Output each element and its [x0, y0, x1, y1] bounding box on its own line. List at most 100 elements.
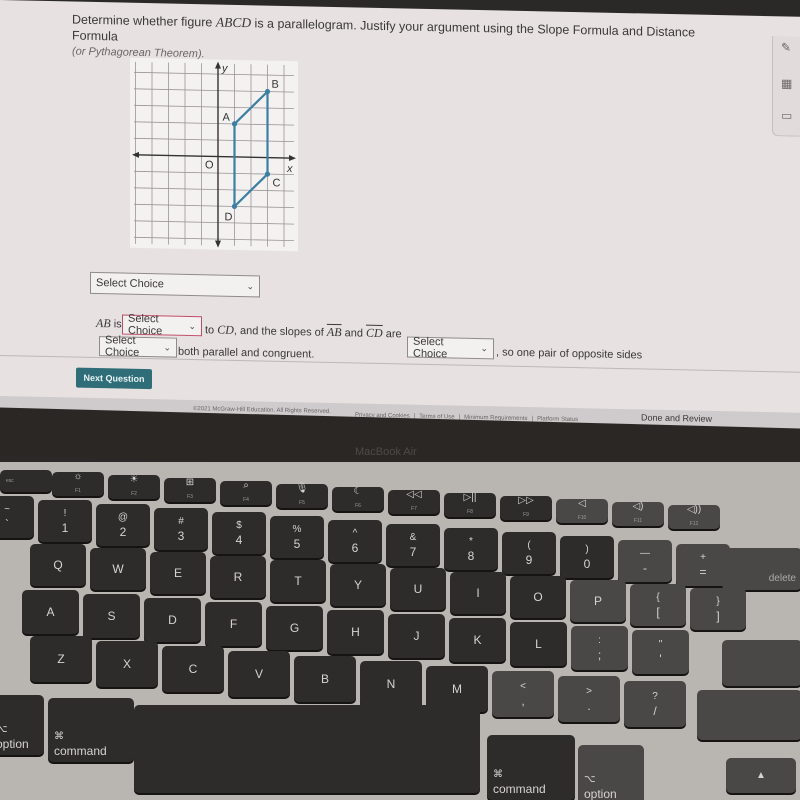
key-label: R	[233, 570, 243, 584]
key-G[interactable]: G	[266, 606, 323, 650]
key-punct10[interactable]: " '	[632, 630, 689, 674]
key-W[interactable]: W	[90, 548, 146, 590]
key-10[interactable]: ) 0	[560, 536, 614, 578]
key-label: F1	[75, 488, 81, 494]
key-option-left[interactable]: ⌥ option	[0, 695, 44, 755]
key-D[interactable]: D	[144, 598, 201, 642]
key-label: Y	[353, 578, 362, 592]
key-label: /	[653, 704, 657, 718]
key-N[interactable]: N	[360, 661, 422, 707]
keyboard-icon[interactable]: ▭	[781, 108, 792, 122]
key-0[interactable]: ~ `	[0, 496, 34, 538]
key-[interactable]: {[	[630, 584, 686, 626]
done-and-review-button[interactable]: Done and Review	[641, 412, 712, 423]
coordinate-graph: x y O A B C D	[130, 57, 298, 252]
key-Q[interactable]: Q	[30, 544, 86, 586]
ab-relation-select[interactable]: Select Choice ⌄	[122, 313, 202, 337]
key-O[interactable]: O	[510, 576, 566, 618]
key-f1[interactable]: ☼ F1	[52, 471, 104, 496]
segment-cd-overline: CD	[366, 325, 383, 341]
key-return[interactable]	[722, 640, 800, 686]
key-f7[interactable]: ◁◁ F7	[388, 489, 440, 514]
key-K[interactable]: K	[449, 618, 506, 662]
key-3[interactable]: #3	[154, 508, 208, 550]
key-11[interactable]: — -	[618, 540, 672, 582]
key-P[interactable]: P	[570, 580, 626, 622]
key-f12[interactable]: ◁)) F12	[668, 504, 720, 529]
key-f8[interactable]: ▷|| F8	[444, 492, 496, 517]
key-2[interactable]: @2	[96, 504, 150, 546]
key-5[interactable]: % 5	[270, 516, 324, 558]
key-F[interactable]: F	[205, 602, 262, 646]
grid-line	[134, 203, 294, 209]
key-Y[interactable]: Y	[330, 564, 386, 606]
key-label: command	[493, 782, 546, 796]
figure-name: ABCD	[215, 14, 252, 31]
key-glyph: ☀	[129, 474, 139, 485]
key-A[interactable]: A	[22, 590, 79, 634]
side-toolbar: ✎ ▦ ▭	[772, 36, 800, 137]
key-shift-right[interactable]	[697, 690, 800, 740]
key-C[interactable]: C	[162, 646, 224, 692]
key-f4[interactable]: ⌕ F4	[220, 480, 272, 505]
arrow-up-icon: ▲	[756, 769, 766, 781]
key-punct7[interactable]: <,	[492, 671, 554, 717]
key-V[interactable]: V	[228, 651, 290, 697]
key-B[interactable]: B	[294, 656, 356, 702]
key-S[interactable]: S	[83, 594, 140, 638]
key-8[interactable]: * 8	[444, 528, 498, 570]
key-punct9[interactable]: ? /	[624, 681, 686, 727]
key-shift-glyph: ^	[352, 528, 358, 539]
key-4[interactable]: $4	[212, 512, 266, 554]
key-option-right[interactable]: ⌥ option	[578, 745, 644, 800]
key-shift-glyph: @	[117, 512, 129, 523]
key-L[interactable]: L	[510, 622, 567, 666]
key-H[interactable]: H	[327, 610, 384, 654]
key-T[interactable]: T	[270, 560, 326, 602]
key-esc[interactable]: esc	[0, 470, 52, 492]
pencil-icon[interactable]: ✎	[781, 40, 791, 54]
key-label: '	[659, 652, 662, 666]
key-f6[interactable]: ☾ F6	[332, 486, 384, 511]
key-J[interactable]: J	[388, 614, 445, 658]
key-9[interactable]: (9	[502, 532, 556, 574]
key-punct8[interactable]: >.	[558, 676, 620, 722]
select-value: Select Choice	[96, 277, 164, 291]
key-R[interactable]: R	[210, 556, 266, 598]
key-6[interactable]: ^ 6	[328, 520, 382, 562]
grid-line	[134, 220, 294, 225]
key-label: esc	[6, 478, 14, 484]
key-E[interactable]: E	[150, 552, 206, 594]
key-f3[interactable]: ⊞ F3	[164, 477, 216, 502]
key-[interactable]: }]	[690, 588, 746, 630]
key-shift-glyph: +	[700, 552, 706, 563]
conclusion-select[interactable]: Select Choice ⌄	[90, 271, 260, 298]
key-f9[interactable]: ▷▷ F9	[500, 495, 552, 520]
key-I[interactable]: I	[450, 572, 506, 614]
key-f10[interactable]: ◁ F10	[556, 498, 608, 523]
key-Z[interactable]: Z	[30, 636, 92, 682]
key-7[interactable]: & 7	[386, 524, 440, 566]
key-label: F8	[467, 509, 473, 515]
segment-ab: AB	[96, 316, 111, 331]
key-delete[interactable]: delete	[722, 548, 800, 590]
key-f11[interactable]: ◁) F11	[612, 501, 664, 526]
key-label: M	[452, 682, 462, 696]
key-f2[interactable]: ☀ F2	[108, 474, 160, 499]
slopes-select[interactable]: Select Choice ⌄	[407, 335, 494, 360]
key-X[interactable]: X	[96, 641, 158, 687]
key-command-right[interactable]: ⌘ command	[487, 735, 575, 800]
key-space[interactable]	[134, 705, 480, 793]
text-is: is	[110, 318, 122, 331]
key-shift-glyph: $	[236, 520, 242, 531]
key-U[interactable]: U	[390, 568, 446, 610]
key-punct9[interactable]: :;	[571, 626, 628, 670]
key-1[interactable]: ! 1	[38, 500, 92, 542]
key-f5[interactable]: 🎙 F5	[276, 483, 328, 508]
next-question-button[interactable]: Next Question	[76, 367, 152, 390]
key-shift-glyph: #	[178, 516, 184, 527]
sides-select[interactable]: Select Choice ⌄	[99, 334, 177, 359]
key-command-left[interactable]: ⌘ command	[48, 698, 134, 762]
calculator-icon[interactable]: ▦	[781, 76, 792, 90]
key-arrow-up[interactable]: ▲	[726, 758, 796, 793]
